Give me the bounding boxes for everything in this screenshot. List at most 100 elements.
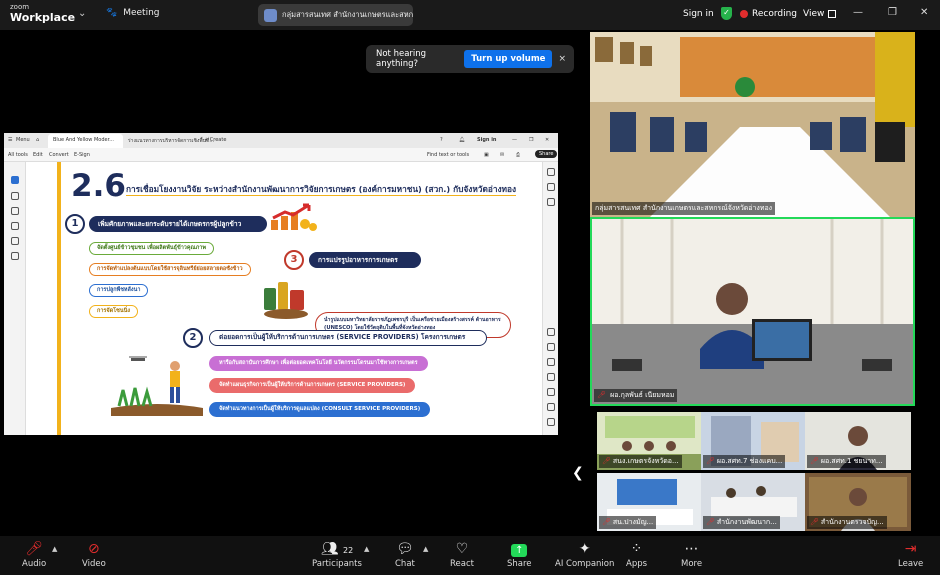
- menu-icon[interactable]: ☰: [8, 137, 12, 143]
- tab-second-label[interactable]: ร่างแนวทางการบริหารจัดการเชิงพื้นที่...: [128, 137, 214, 145]
- print-icon[interactable]: ⎙: [516, 152, 520, 158]
- meeting-tab[interactable]: 🐾 Meeting: [106, 8, 160, 18]
- leave-button[interactable]: ⇥ Leave: [898, 540, 923, 569]
- s1-item-1: จัดตั้งศูนย์ข้าวชุมชน เพื่อผลิตพันธุ์ข้า…: [89, 242, 215, 255]
- mail-icon[interactable]: ✉: [500, 152, 504, 158]
- gallery-prev-icon[interactable]: ❮: [572, 465, 584, 481]
- mic-off-icon: 🎤︎: [602, 457, 611, 465]
- speaker-1-name: กลุ่มสารสนเทศ สำนักงานเกษตรและสหกรณ์จังห…: [592, 202, 776, 215]
- react-button[interactable]: ♡ React: [450, 540, 474, 569]
- share-screen-icon: ↑: [507, 540, 532, 558]
- share-label: Share: [507, 559, 532, 569]
- speaker-video-2[interactable]: 🎤︎ ผอ.กุลพันธ์ เนียมหอม: [590, 217, 915, 406]
- restore-icon[interactable]: ❐: [888, 7, 897, 18]
- chat-options-icon[interactable]: ▲: [423, 545, 428, 553]
- share-button[interactable]: ↑ Share: [507, 540, 532, 569]
- refresh-icon[interactable]: [547, 388, 555, 396]
- chevron-down-icon[interactable]: ⌄: [78, 8, 86, 19]
- heart-icon: ♡: [455, 541, 469, 557]
- help-icon[interactable]: ?: [440, 137, 443, 143]
- s1-item-2: การจัดทำแปลงต้นแบบโดยใช้สารจุลินทรีย์ย่อ…: [89, 263, 251, 276]
- gallery-tile-5[interactable]: 🎤︎ สำนักงานพัฒนาก...: [701, 473, 807, 531]
- page-down-icon[interactable]: [547, 358, 555, 366]
- acrobat-share-button[interactable]: Share: [535, 150, 558, 158]
- meeting-info-pill[interactable]: กลุ่มสารสนเทศ สำนักงานเกษตรและสหกรณ์ ⋯: [258, 4, 413, 26]
- slide-accent-bar: [57, 162, 61, 435]
- acrobat-close-icon[interactable]: ✕: [545, 137, 549, 143]
- create-button[interactable]: + Create: [204, 137, 226, 143]
- meeting-controls: 🎤︎ Audio ▲ ⊘ Video 👥︎ 22 Participants ▲ …: [0, 536, 940, 575]
- page-up-icon[interactable]: [547, 343, 555, 351]
- recording-indicator[interactable]: Recording: [740, 9, 797, 19]
- audio-toast: Not hearing anything? Turn up volume ×: [366, 45, 574, 73]
- chat-button[interactable]: 💬︎ Chat: [395, 540, 415, 569]
- rotate-icon[interactable]: [547, 373, 555, 381]
- toast-message: Not hearing anything?: [376, 49, 427, 69]
- save-icon[interactable]: ▣: [484, 152, 489, 158]
- mic-off-icon: 🎤︎: [810, 457, 819, 465]
- pages-panel-icon[interactable]: [547, 198, 555, 206]
- highlight-tool-icon[interactable]: [11, 207, 19, 215]
- comments-panel-icon[interactable]: [547, 168, 555, 176]
- mic-muted-icon: 🎤︎: [25, 541, 43, 557]
- recording-label: Recording: [752, 9, 798, 19]
- zoom-workplace-logo[interactable]: zoom Workplace: [10, 3, 75, 24]
- video-button[interactable]: ⊘ Video: [82, 540, 106, 569]
- tool-esign[interactable]: E-Sign: [74, 152, 90, 158]
- tab-document[interactable]: Blue And Yellow Moder...: [48, 134, 123, 148]
- mic-off-icon: 🎤︎: [706, 457, 715, 465]
- view-button[interactable]: View: [803, 9, 837, 19]
- gallery-6-name: 🎤︎ สำนักงานตรวจบัญ...: [807, 516, 887, 529]
- s2-item-3: จัดทำแนวทางการเป็นผู้ให้บริการดูแลแปลง (…: [209, 402, 431, 417]
- ai-companion-button[interactable]: ✦ AI Companion: [555, 540, 614, 569]
- tool-all-tools[interactable]: All tools: [8, 152, 28, 158]
- sign-in-link[interactable]: Sign in: [683, 9, 714, 19]
- comment-tool-icon[interactable]: [11, 192, 19, 200]
- gallery-tile-2[interactable]: 🎤︎ ผอ.สศท.7 ช่องแคบ...: [701, 412, 807, 470]
- react-label: React: [450, 559, 474, 569]
- gallery-4-name: 🎤︎ สน.ปางมัญ...: [599, 516, 657, 529]
- stamp-tool-icon[interactable]: [11, 252, 19, 260]
- participants-options-icon[interactable]: ▲: [364, 545, 369, 553]
- mic-off-icon: 🎤︎: [597, 391, 606, 399]
- participants-button[interactable]: 👥︎ 22 Participants: [312, 540, 362, 569]
- more-button[interactable]: ⋯ More: [681, 540, 702, 569]
- tool-edit[interactable]: Edit: [33, 152, 43, 158]
- shared-screen[interactable]: ☰ Menu ⌂ Blue And Yellow Moder... ร่างแน…: [4, 133, 558, 435]
- shield-check-icon[interactable]: ✓: [721, 7, 732, 20]
- bell-icon[interactable]: 🔔︎: [459, 137, 465, 143]
- home-icon[interactable]: ⌂: [36, 137, 39, 143]
- gallery-tile-4[interactable]: 🎤︎ สน.ปางมัญ...: [597, 473, 703, 531]
- close-icon[interactable]: ✕: [920, 7, 928, 18]
- acrobat-sign-in[interactable]: Sign in: [477, 137, 496, 143]
- brand-small: zoom: [10, 3, 30, 11]
- zoom-in-icon[interactable]: [547, 403, 555, 411]
- select-tool-icon[interactable]: [11, 176, 19, 184]
- audio-button[interactable]: 🎤︎ Audio: [22, 540, 46, 569]
- ai-companion-label: AI Companion: [555, 559, 615, 569]
- acrobat-left-rail: [4, 162, 26, 435]
- tool-convert[interactable]: Convert: [49, 152, 69, 158]
- record-dot-icon: [740, 10, 748, 18]
- speaker-video-1[interactable]: กลุ่มสารสนเทศ สำนักงานเกษตรและสหกรณ์จังห…: [590, 32, 915, 217]
- acrobat-restore-icon[interactable]: ❐: [529, 137, 533, 143]
- gallery-tile-6[interactable]: 🎤︎ สำนักงานตรวจบัญ...: [805, 473, 911, 531]
- s2-item-1: หารือกับสถาบันการศึกษา เพื่อต่อยอดเทคโนโ…: [209, 356, 428, 371]
- page-number-icon[interactable]: [547, 328, 555, 336]
- acrobat-minimize-icon[interactable]: —: [512, 137, 517, 143]
- find-field[interactable]: Find text or tools: [427, 152, 469, 158]
- toast-close-icon[interactable]: ×: [558, 54, 566, 64]
- audio-options-icon[interactable]: ▲: [52, 545, 57, 553]
- bookmarks-panel-icon[interactable]: [547, 183, 555, 191]
- zoom-out-icon[interactable]: [547, 418, 555, 426]
- gallery-tile-3[interactable]: 🎤︎ ผอ.สศท.1 ชยนาท...: [805, 412, 911, 470]
- growth-chart-illustration: [269, 202, 319, 232]
- apps-button[interactable]: ⁘ Apps: [626, 540, 647, 569]
- minimize-icon[interactable]: —: [853, 7, 863, 18]
- more-icon: ⋯: [684, 541, 699, 557]
- turn-up-volume-button[interactable]: Turn up volume: [464, 50, 553, 68]
- text-tool-icon[interactable]: [11, 237, 19, 245]
- draw-tool-icon[interactable]: [11, 222, 19, 230]
- acrobat-menu[interactable]: Menu: [16, 137, 30, 143]
- gallery-tile-1[interactable]: 🎤︎ สนง.เกษตรจังหวัดอ...: [597, 412, 703, 470]
